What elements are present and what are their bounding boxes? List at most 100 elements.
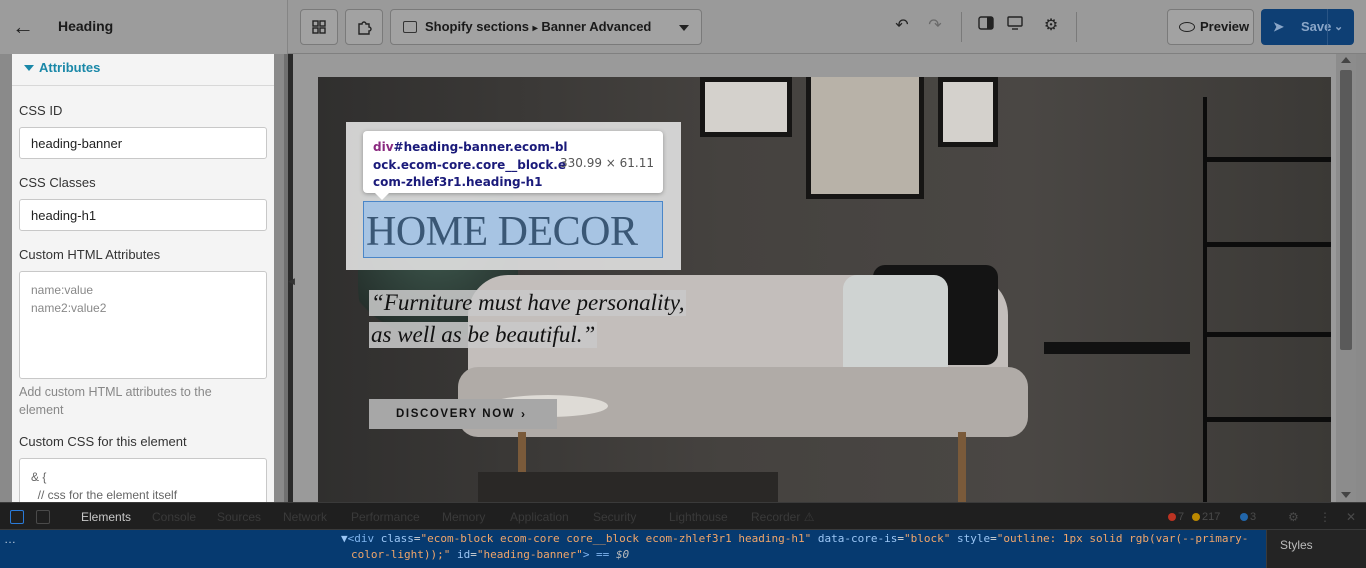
css-id-label: CSS ID	[19, 103, 63, 118]
error-count[interactable]: 7	[1168, 511, 1184, 523]
node-val-class: "ecom-block ecom-core core__block ecom-z…	[420, 532, 812, 545]
tab-security[interactable]: Security	[593, 510, 636, 524]
settings-panel: Attributes CSS ID heading-banner CSS Cla…	[0, 54, 288, 518]
section-source: Shopify sections	[425, 19, 530, 34]
section-current: Banner Advanced	[541, 19, 652, 34]
device-toolbar-icon[interactable]	[36, 510, 50, 524]
scrollbar-thumb[interactable]	[1340, 70, 1352, 350]
panel-title: Heading	[58, 18, 114, 34]
inspector-selector-text: #heading-banner.ecom-block.ecom-core.cor…	[373, 140, 568, 189]
wall-frame	[938, 77, 998, 147]
tab-recorder[interactable]: Recorder ⚠	[751, 510, 814, 524]
undo-icon[interactable]: ↶	[892, 16, 912, 36]
heading-text: HOME DECOR	[366, 209, 638, 255]
warning-count[interactable]: 217	[1192, 511, 1220, 523]
tab-network[interactable]: Network	[283, 510, 327, 524]
node-attr-style: style	[956, 532, 991, 545]
node-val-style-1: "outline: 1px solid rgb(var(--primary-	[996, 532, 1249, 545]
grid-icon	[312, 20, 326, 34]
attributes-section: Attributes CSS ID heading-banner CSS Cla…	[12, 54, 274, 518]
node-val-datacore: "block"	[903, 532, 951, 545]
devtools-tabbar: Elements Console Sources Network Perform…	[0, 502, 1366, 530]
wall-frame	[700, 77, 792, 137]
pillow-leaf	[843, 275, 948, 380]
elements-button[interactable]	[345, 9, 383, 45]
styles-tab[interactable]: Styles	[1280, 538, 1313, 552]
section-selector[interactable]: Shopify sections ▸ Banner Advanced	[390, 9, 702, 45]
tab-performance[interactable]: Performance	[351, 510, 420, 524]
heading-element[interactable]: HOME DECOR	[363, 201, 663, 258]
css-classes-input[interactable]: heading-h1	[19, 199, 267, 231]
css-id-input[interactable]: heading-banner	[19, 127, 267, 159]
send-icon: ➤	[1273, 19, 1284, 34]
close-icon[interactable]: ✕	[1346, 510, 1356, 524]
redo-icon[interactable]: ↷	[925, 16, 945, 36]
selected-node-line-2[interactable]: color-light));" id="heading-banner"> == …	[351, 547, 629, 563]
eye-icon	[1179, 22, 1195, 32]
node-gutter[interactable]: …	[4, 532, 16, 546]
cta-label: DISCOVERY NOW	[396, 408, 516, 420]
wall-frame	[806, 77, 924, 199]
custom-attrs-textarea[interactable]: name:value name2:value2	[19, 271, 267, 379]
shelf-board	[1203, 157, 1331, 162]
message-count[interactable]: 3	[1240, 511, 1256, 523]
tab-lighthouse[interactable]: Lighthouse	[669, 510, 728, 524]
toolbar-divider	[1076, 12, 1077, 42]
tab-memory[interactable]: Memory	[442, 510, 485, 524]
error-icon	[1168, 513, 1176, 521]
caret-down-icon	[24, 65, 34, 71]
breadcrumb-separator: ▸	[532, 23, 538, 34]
tab-application[interactable]: Application	[510, 510, 569, 524]
message-icon	[1240, 513, 1248, 521]
shelf-board	[1203, 242, 1331, 247]
custom-attrs-label: Custom HTML Attributes	[19, 247, 161, 262]
back-arrow-icon[interactable]: ←	[12, 16, 34, 38]
inspector-dimensions: 330.99 × 61.11	[559, 156, 654, 170]
save-button[interactable]: ➤ Save ⌄	[1261, 9, 1354, 45]
tab-sources[interactable]: Sources	[217, 510, 261, 524]
selected-node-line-1[interactable]: ▼<div class="ecom-block ecom-core core__…	[341, 531, 1248, 547]
more-options-icon[interactable]: ⋮	[1319, 510, 1331, 524]
save-divider	[1327, 9, 1328, 45]
preview-button[interactable]: Preview	[1167, 9, 1254, 45]
attributes-title: Attributes	[39, 60, 101, 75]
gear-icon[interactable]: ⚙	[1041, 16, 1061, 36]
panel-header: ← Heading	[0, 0, 288, 54]
attributes-toggle[interactable]: Attributes	[12, 54, 274, 86]
warning-icon	[1192, 513, 1200, 521]
styles-pane: Styles	[1266, 530, 1366, 568]
chevron-down-icon[interactable]: ⌄	[1334, 9, 1343, 45]
css-classes-label: CSS Classes	[19, 175, 96, 190]
node-attr-class: class	[380, 532, 414, 545]
right-edge	[1356, 54, 1366, 502]
collapse-panel-icon[interactable]: ◀	[288, 270, 298, 292]
layout-grid-button[interactable]	[300, 9, 338, 45]
shelf-board	[1203, 332, 1331, 337]
quote-line-2[interactable]: as well as be beautiful.”	[369, 322, 598, 348]
chevron-right-icon: ›	[521, 407, 527, 421]
sofa-leg	[958, 432, 966, 502]
canvas-scrollbar[interactable]	[1336, 54, 1356, 502]
scroll-up-icon[interactable]	[1341, 57, 1351, 63]
devtools-gear-icon[interactable]: ⚙	[1288, 510, 1299, 524]
chevron-down-icon	[679, 25, 689, 31]
discovery-now-button[interactable]: DISCOVERY NOW ›	[369, 399, 557, 429]
node-attr-datacore: data-core-is	[817, 532, 898, 545]
scroll-down-icon[interactable]	[1341, 492, 1351, 498]
inspector-selector: div#heading-banner.ecom-block.ecom-core.…	[373, 139, 568, 192]
shelf-board	[1203, 417, 1331, 422]
tab-elements[interactable]: Elements	[81, 510, 131, 524]
inspector-tooltip: div#heading-banner.ecom-block.ecom-core.…	[363, 131, 663, 200]
expand-toggle-icon[interactable]: ▼	[341, 532, 348, 545]
tab-console[interactable]: Console	[152, 510, 196, 524]
puzzle-icon	[357, 21, 372, 35]
inspect-element-icon[interactable]	[10, 510, 24, 524]
custom-css-label: Custom CSS for this element	[19, 434, 187, 449]
custom-attrs-help: Add custom HTML attributes to the elemen…	[19, 385, 212, 417]
rug	[478, 472, 778, 502]
node-val-style-2: color-light));"	[351, 548, 451, 561]
quote-line-1[interactable]: “Furniture must have personality,	[369, 290, 687, 316]
node-tag-close: > ==	[582, 548, 616, 561]
desktop-icon[interactable]	[1005, 16, 1025, 36]
sidebar-toggle-icon[interactable]	[976, 16, 996, 36]
